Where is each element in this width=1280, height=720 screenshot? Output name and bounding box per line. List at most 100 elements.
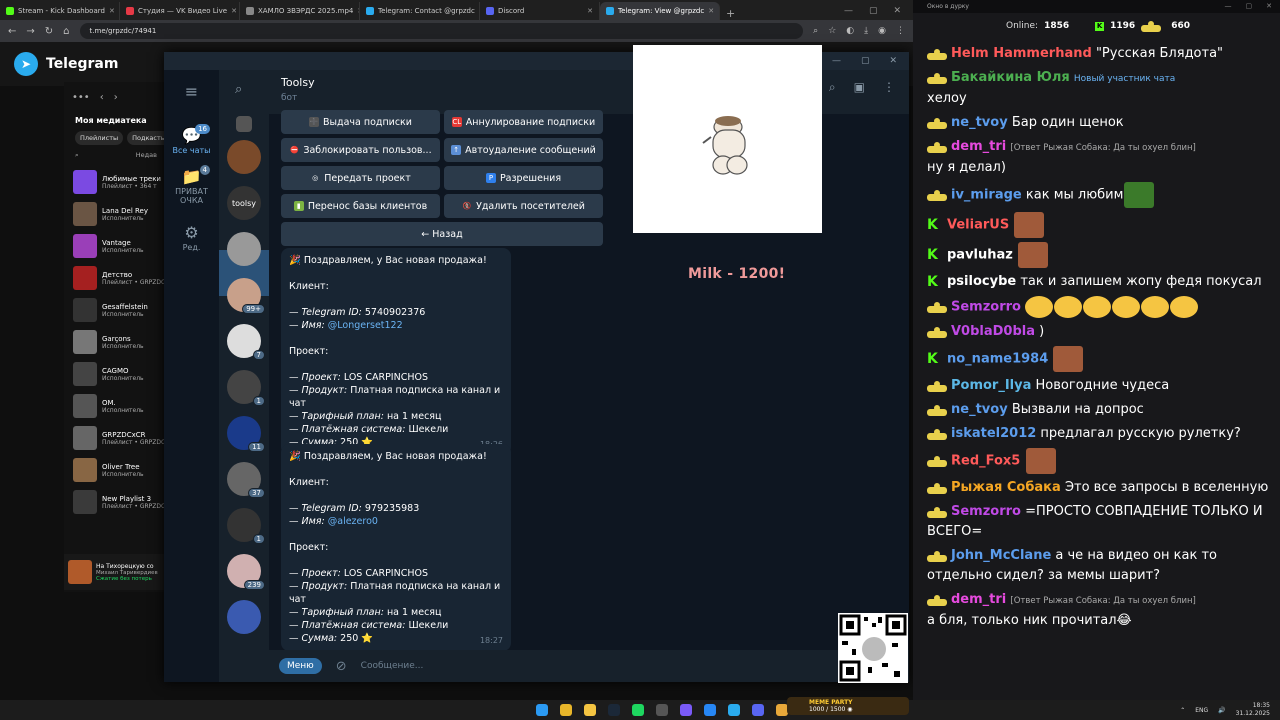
chat-avatar[interactable] bbox=[227, 600, 261, 634]
chat-avatar[interactable]: 7 bbox=[227, 324, 265, 360]
library-item[interactable]: Lana Del Rey Исполнитель bbox=[64, 198, 168, 230]
chat-username[interactable]: dem_tri bbox=[951, 592, 1006, 607]
explorer-icon[interactable] bbox=[584, 704, 596, 716]
chat-username[interactable]: Pomor_Ilya bbox=[951, 378, 1031, 393]
keyboard-button[interactable]: ▮ Перенос базы клиентов bbox=[281, 194, 440, 218]
chat-username[interactable]: ne_tvoy bbox=[951, 115, 1008, 130]
chat-username[interactable]: pavluhaz bbox=[947, 248, 1013, 263]
library-item[interactable]: GRPZDCxCR Плейлист • GRPZDC bbox=[64, 422, 168, 454]
chat-avatar[interactable]: 239 bbox=[227, 554, 265, 590]
minimize-icon[interactable]: — bbox=[1225, 2, 1232, 10]
search-icon[interactable]: ⌕ bbox=[235, 82, 242, 97]
language-indicator[interactable]: ENG bbox=[1195, 707, 1208, 714]
chat-username[interactable]: V0blaD0bla bbox=[951, 324, 1035, 339]
chat-avatar[interactable]: 1 bbox=[227, 508, 265, 544]
back-icon[interactable]: ← bbox=[8, 26, 16, 37]
tab-close-icon[interactable]: ✕ bbox=[708, 7, 714, 15]
folder-tab[interactable]: 💬 16 Все чаты bbox=[164, 120, 219, 161]
browser-tab[interactable]: Discord ✕ bbox=[480, 2, 600, 20]
profile-icon[interactable]: ◉ bbox=[878, 26, 886, 36]
discord-icon[interactable] bbox=[752, 704, 764, 716]
now-playing-title[interactable]: На Тихорецкую со bbox=[96, 563, 166, 570]
buyer-username-link[interactable]: @alezero0 bbox=[328, 516, 378, 527]
message-input[interactable]: Сообщение... bbox=[361, 661, 424, 671]
volume-icon[interactable]: 🔊 bbox=[1218, 707, 1225, 714]
chat-username[interactable]: iskatel2012 bbox=[951, 426, 1036, 441]
keyboard-button[interactable]: ↑ Автоудаление сообщений bbox=[444, 138, 603, 162]
close-icon[interactable]: ✕ bbox=[893, 6, 901, 16]
tab-close-icon[interactable]: ✕ bbox=[587, 7, 593, 15]
vk-icon[interactable] bbox=[704, 704, 716, 716]
search-icon[interactable]: ⌕ bbox=[75, 151, 79, 160]
minimize-icon[interactable]: — bbox=[844, 6, 853, 16]
close-icon[interactable]: ✕ bbox=[1266, 2, 1272, 10]
windows-start-icon[interactable] bbox=[536, 704, 548, 716]
search-icon[interactable]: ⌕ bbox=[829, 80, 836, 95]
library-filter-chip[interactable]: Плейлисты bbox=[75, 131, 124, 145]
browser-tab[interactable]: Telegram: Contact @grpzdc✕ bbox=[360, 2, 480, 20]
bookmark-star-icon[interactable]: ☆ bbox=[828, 26, 836, 36]
folder-tab[interactable]: ⚙ Ред. bbox=[164, 217, 219, 258]
zoom-icon[interactable]: ⌕ bbox=[813, 26, 818, 36]
keyboard-button[interactable]: ← Назад bbox=[281, 222, 603, 246]
library-item[interactable]: Детство Плейлист • GRPZDC bbox=[64, 262, 168, 294]
forward-icon[interactable]: → bbox=[26, 26, 34, 37]
close-icon[interactable]: ✕ bbox=[889, 56, 897, 66]
new-tab-button[interactable]: + bbox=[720, 7, 741, 20]
chat-username[interactable]: Semzorro bbox=[951, 504, 1021, 519]
chrome-icon[interactable] bbox=[560, 704, 572, 716]
chat-avatar[interactable] bbox=[227, 232, 261, 266]
browser-tab[interactable]: Студия — VK Видео Live ✕ bbox=[120, 2, 240, 20]
library-item[interactable]: Любимые треки Плейлист • 364 т bbox=[64, 166, 168, 198]
chat-username[interactable]: Рыжая Собака bbox=[951, 480, 1061, 495]
chevron-up-icon[interactable]: ⌃ bbox=[1180, 707, 1185, 714]
chat-username[interactable]: Semzorro bbox=[951, 300, 1021, 315]
library-item[interactable]: Garçons Исполнитель bbox=[64, 326, 168, 358]
library-item[interactable]: New Playlist 3 Плейлист • GRPZDC bbox=[64, 486, 168, 518]
tab-close-icon[interactable]: ✕ bbox=[109, 7, 115, 15]
telegram-icon[interactable] bbox=[728, 704, 740, 716]
chat-username[interactable]: VeliarUS bbox=[947, 218, 1009, 233]
maximize-icon[interactable]: ▢ bbox=[869, 6, 878, 16]
chat-username[interactable]: iv_mirage bbox=[951, 188, 1022, 203]
chat-username[interactable]: John_McClane bbox=[951, 548, 1051, 563]
home-icon[interactable]: ⌂ bbox=[63, 26, 69, 37]
chat-avatar[interactable]: 11 bbox=[227, 416, 265, 452]
library-item[interactable]: Gesaffelstein Исполнитель bbox=[64, 294, 168, 326]
bot-menu-button[interactable]: Меню bbox=[279, 658, 322, 674]
more-dots-icon[interactable]: ⋮ bbox=[883, 80, 895, 95]
reload-icon[interactable]: ↻ bbox=[45, 26, 53, 37]
keyboard-button[interactable]: 🚷 Удалить посетителей bbox=[444, 194, 603, 218]
chat-username[interactable]: Helm Hammerhand bbox=[951, 46, 1092, 61]
folder-tab[interactable]: 📁 4 ПРИВАТ ОЧКА bbox=[164, 161, 219, 211]
library-item[interactable]: Oliver Tree Исполнитель bbox=[64, 454, 168, 486]
minimize-icon[interactable]: — bbox=[832, 56, 841, 66]
chat-avatar[interactable] bbox=[227, 140, 261, 174]
steam-icon[interactable] bbox=[608, 704, 620, 716]
attach-icon[interactable]: ⊘ bbox=[336, 659, 347, 674]
chat-avatar[interactable]: 1 bbox=[227, 370, 265, 406]
obs-icon[interactable] bbox=[656, 704, 668, 716]
spotify-icon[interactable] bbox=[632, 704, 644, 716]
clock[interactable]: 18:35 31.12.2025 bbox=[1236, 702, 1270, 718]
sidebar-toggle-icon[interactable]: ▣ bbox=[854, 80, 865, 95]
keyboard-button[interactable]: ◎ Передать проект bbox=[281, 166, 440, 190]
browser-tab[interactable]: ХАМЛО ЗВЭРДС 2025.mp4✕ bbox=[240, 2, 360, 20]
chat-username[interactable]: ne_tvoy bbox=[951, 402, 1008, 417]
now-playing-artist[interactable]: Михаил Таривердиев bbox=[96, 570, 166, 576]
chat-avatar[interactable] bbox=[236, 116, 252, 132]
chat-username[interactable]: Бакайкина Юля bbox=[951, 70, 1070, 85]
maximize-icon[interactable]: ▢ bbox=[861, 56, 870, 66]
browser-tab[interactable]: Telegram: View @grpzdc ✕ bbox=[600, 2, 720, 20]
keyboard-button[interactable]: ➕ Выдача подписки bbox=[281, 110, 440, 134]
chat-username[interactable]: psilocybe bbox=[947, 274, 1016, 289]
back-icon[interactable]: ‹ bbox=[100, 92, 104, 103]
library-item[interactable]: CAGMO Исполнитель bbox=[64, 358, 168, 390]
buyer-username-link[interactable]: @Longerset122 bbox=[328, 320, 403, 331]
more-dots-icon[interactable]: ••• bbox=[72, 92, 90, 103]
keyboard-button[interactable]: CL Аннулирование подписки bbox=[444, 110, 603, 134]
library-item[interactable]: Vantage Исполнитель bbox=[64, 230, 168, 262]
browser-tab[interactable]: Stream - Kick Dashboard ✕ bbox=[0, 2, 120, 20]
chat-avatar[interactable]: toolsy bbox=[227, 186, 261, 220]
chat-username[interactable]: dem_tri bbox=[951, 139, 1006, 154]
